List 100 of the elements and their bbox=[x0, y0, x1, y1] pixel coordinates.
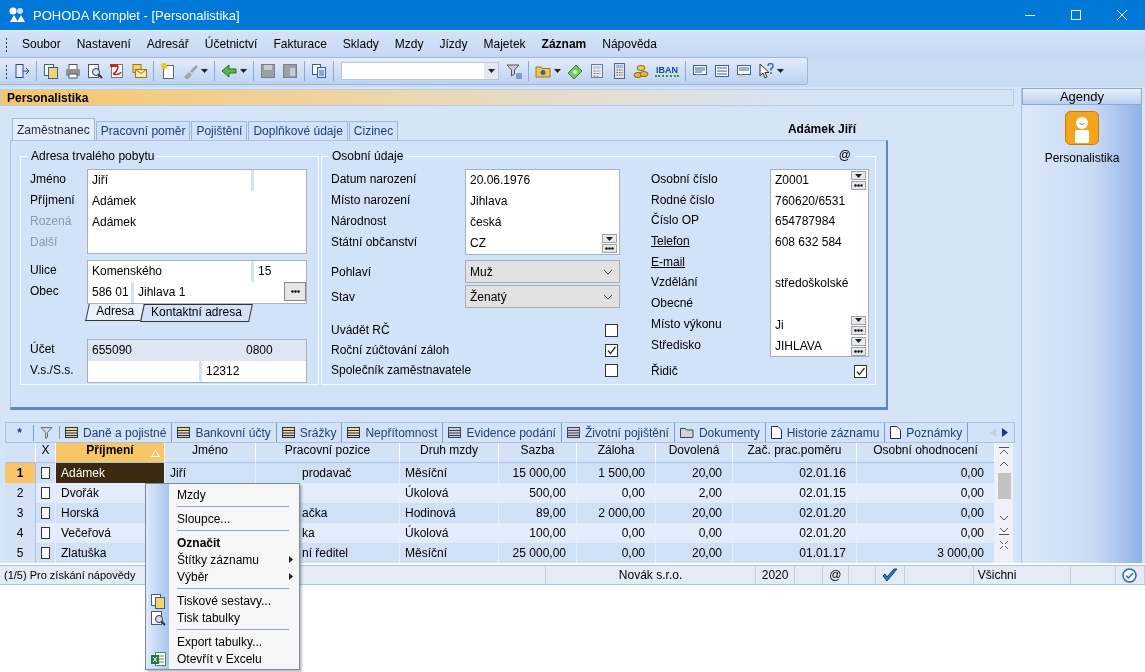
combo-field[interactable] bbox=[341, 62, 499, 80]
text-field[interactable]: 12312 bbox=[202, 361, 306, 382]
menu-item[interactable]: Nápověda bbox=[594, 34, 665, 54]
dropdown-button[interactable] bbox=[602, 234, 617, 243]
column-header[interactable]: Příjmení bbox=[56, 443, 165, 463]
tab[interactable]: Historie záznamu bbox=[765, 423, 886, 442]
checkbox[interactable] bbox=[41, 527, 50, 539]
column-header[interactable]: X bbox=[36, 443, 56, 463]
checkbox[interactable] bbox=[41, 547, 50, 559]
menu-item[interactable]: Sklady bbox=[334, 34, 387, 54]
field-link[interactable]: E-mail bbox=[651, 251, 770, 273]
iban-button[interactable]: IBAN bbox=[655, 65, 679, 77]
checkbox[interactable] bbox=[41, 487, 50, 499]
dropdown-button[interactable] bbox=[851, 315, 866, 325]
text-field[interactable]: Z0001 bbox=[771, 170, 851, 191]
printer-icon bbox=[65, 63, 81, 79]
caret-icon[interactable] bbox=[487, 69, 495, 73]
tab[interactable]: Daně a pojistné bbox=[60, 423, 173, 442]
checkbox[interactable] bbox=[41, 467, 50, 479]
select-field[interactable]: Ženatý bbox=[465, 285, 620, 308]
menu-item[interactable]: Záznam bbox=[533, 34, 595, 54]
scroll-right-icon[interactable] bbox=[1002, 428, 1008, 437]
scrollbar[interactable] bbox=[995, 443, 1013, 563]
dropdown-button[interactable] bbox=[851, 171, 866, 180]
menu-item[interactable]: Mzdy bbox=[386, 34, 432, 54]
column-header[interactable]: Jméno bbox=[165, 443, 256, 463]
checkbox[interactable] bbox=[605, 363, 618, 377]
menu-item[interactable]: Jízdy bbox=[431, 34, 476, 54]
field-label: Datum narození bbox=[331, 171, 418, 188]
menu-item[interactable]: Export tabulky... bbox=[146, 633, 299, 650]
tab[interactable]: Dokumenty bbox=[674, 423, 766, 442]
text-field[interactable]: středoškolské bbox=[771, 273, 868, 295]
checkbox[interactable] bbox=[605, 323, 618, 337]
tab[interactable]: Poznámky bbox=[885, 423, 969, 442]
select-field[interactable]: Muž bbox=[465, 260, 620, 283]
menu-item[interactable]: Tiskové sestavy... bbox=[146, 592, 299, 609]
column-header[interactable]: Záloha bbox=[577, 443, 656, 463]
text-field[interactable]: Jiří bbox=[88, 170, 254, 191]
column-header[interactable]: Dovolená bbox=[656, 443, 733, 463]
column-header[interactable]: Sazba bbox=[499, 443, 577, 463]
text-field[interactable]: Adámek bbox=[88, 191, 306, 212]
column-header[interactable]: Pracovní pozice bbox=[256, 443, 400, 463]
tab[interactable]: Životní pojištění bbox=[561, 423, 675, 442]
column-header[interactable]: Zač. prac.poměru bbox=[733, 443, 857, 463]
text-field[interactable]: 20.06.1976 bbox=[466, 170, 619, 191]
tab[interactable]: Evidence podání bbox=[443, 423, 562, 442]
tab[interactable]: Doplňkové údaje bbox=[248, 121, 348, 140]
tab[interactable]: Bankovní účty bbox=[172, 423, 277, 442]
menu-item[interactable]: Fakturace bbox=[265, 34, 335, 54]
scroll-thumb[interactable] bbox=[997, 473, 1011, 499]
field-label: Uvádět RČ bbox=[331, 323, 390, 337]
text-field[interactable]: česká bbox=[466, 212, 619, 233]
panel-header[interactable]: Agendy bbox=[1022, 88, 1142, 105]
new-record-tab[interactable]: * bbox=[6, 424, 34, 441]
text-field[interactable]: Jihlava 1 bbox=[134, 282, 284, 303]
row-number: 4 bbox=[5, 523, 36, 543]
browse-button[interactable] bbox=[851, 181, 866, 190]
menu-item[interactable]: Výběr bbox=[146, 568, 299, 585]
checkbox[interactable] bbox=[854, 364, 867, 378]
browse-button[interactable] bbox=[851, 346, 866, 356]
column-header[interactable]: Osobní ohodnocení bbox=[857, 443, 995, 463]
text-field[interactable]: 0800 bbox=[242, 340, 306, 361]
text-field[interactable]: 608 632 584 bbox=[771, 232, 868, 253]
tab[interactable]: Adresa bbox=[85, 304, 145, 321]
text-field[interactable]: 655090 bbox=[88, 340, 242, 361]
browse-button[interactable] bbox=[284, 282, 306, 301]
menu-item[interactable]: Nastavení bbox=[68, 34, 139, 54]
menu-item[interactable]: Tisk tabulky bbox=[146, 609, 299, 626]
menu-item[interactable]: Adresář bbox=[138, 34, 197, 54]
dropdown-button[interactable] bbox=[851, 336, 866, 346]
text-field[interactable]: Komenského bbox=[88, 261, 254, 282]
field-link[interactable]: Telefon bbox=[651, 231, 770, 252]
text-field[interactable]: 760620/6531 bbox=[771, 190, 868, 212]
menu-item[interactable]: Soubor bbox=[14, 34, 69, 54]
person-icon[interactable] bbox=[1065, 111, 1099, 145]
menu-item[interactable]: Otevřít v Excelu bbox=[146, 650, 299, 667]
browse-button[interactable] bbox=[602, 244, 617, 253]
tab[interactable]: Srážky bbox=[276, 423, 343, 442]
tab[interactable]: Nepřítomnost bbox=[342, 423, 444, 442]
tab[interactable]: Pracovní poměr bbox=[95, 121, 191, 140]
checkbox[interactable] bbox=[41, 507, 50, 519]
text-field[interactable]: JIHLAVA bbox=[771, 335, 851, 357]
text-field[interactable]: Jihlava bbox=[466, 191, 619, 212]
table-row[interactable]: 1 Adámek Jiří prodavač Měsíční 15 000,00 1 500,00 20,00 02.01.16 0,00 bbox=[5, 463, 995, 483]
text-field[interactable]: Ji bbox=[771, 314, 851, 336]
tab[interactable]: Zaměstnanec bbox=[12, 118, 95, 140]
text-field[interactable]: CZ bbox=[466, 233, 602, 254]
tab[interactable]: Cizinec bbox=[348, 121, 399, 140]
tab[interactable]: Pojištění bbox=[191, 121, 248, 140]
text-field[interactable]: 654787984 bbox=[771, 211, 868, 233]
menu-item[interactable]: Účetnictví bbox=[196, 34, 266, 54]
tab[interactable]: Kontaktní adresa bbox=[140, 304, 253, 322]
browse-button[interactable] bbox=[851, 325, 866, 335]
agenda-label[interactable]: Personalistika bbox=[1044, 151, 1120, 165]
table-cell: Měsíční bbox=[400, 543, 499, 563]
checkbox[interactable] bbox=[605, 343, 618, 357]
menu-item[interactable]: Majetek bbox=[475, 34, 534, 54]
text-field[interactable]: 15 bbox=[254, 261, 306, 282]
column-header[interactable]: Druh mzdy bbox=[400, 443, 499, 463]
row-number: 3 bbox=[5, 503, 36, 523]
